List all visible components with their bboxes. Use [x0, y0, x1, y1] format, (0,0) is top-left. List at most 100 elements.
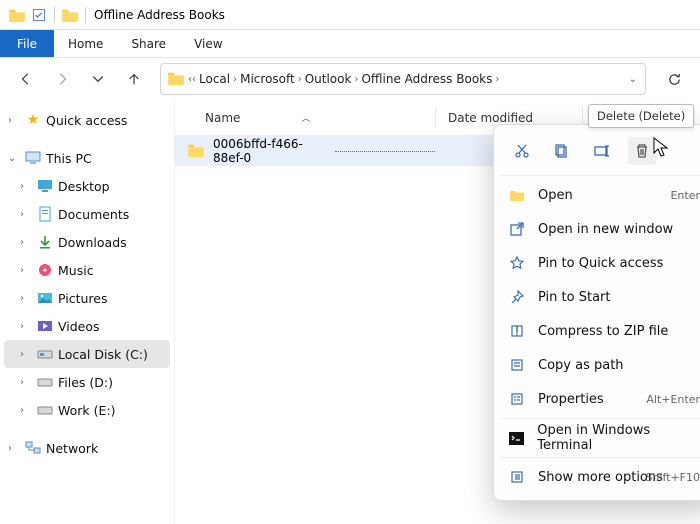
address-bar[interactable]: ‹‹ Local› Microsoft› Outlook› Offline Ad… — [160, 63, 646, 95]
sidebar-item-this-pc[interactable]: ⌄ This PC — [0, 144, 174, 172]
sidebar-item-music[interactable]: › Music — [0, 256, 174, 284]
chevron-right-icon[interactable]: › — [20, 181, 32, 192]
chevron-right-icon[interactable]: › — [8, 443, 20, 454]
copy-path-icon — [508, 358, 526, 372]
breadcrumb-local[interactable]: Local› — [199, 72, 237, 86]
chevron-right-icon: › — [298, 74, 302, 85]
chevron-right-icon[interactable]: › — [20, 321, 32, 332]
chevron-down-icon[interactable]: ⌄ — [629, 74, 637, 85]
menu-item-show-more[interactable]: Show more options Shift+F10 — [500, 460, 700, 494]
recent-dropdown[interactable] — [82, 63, 114, 95]
selection-marquee — [335, 151, 435, 152]
chevron-icon[interactable]: ‹‹ — [188, 74, 196, 85]
music-icon — [36, 263, 54, 277]
menu-item-copy-path[interactable]: Copy as path — [500, 348, 700, 382]
sidebar-label: Music — [58, 263, 94, 278]
chevron-right-icon: › — [354, 74, 358, 85]
menu-item-windows-terminal[interactable]: Open in Windows Terminal — [500, 421, 700, 455]
menu-label: Open in Windows Terminal — [537, 423, 700, 453]
menu-separator — [500, 175, 700, 176]
chevron-right-icon[interactable]: › — [20, 265, 32, 276]
menu-label: Copy as path — [538, 358, 624, 373]
menu-label: Compress to ZIP file — [538, 324, 668, 339]
breadcrumb-label: Microsoft — [240, 72, 295, 86]
up-button[interactable] — [118, 63, 150, 95]
sidebar-label: Desktop — [58, 179, 110, 194]
breadcrumb-outlook[interactable]: Outlook› — [305, 72, 359, 86]
chevron-right-icon: › — [233, 74, 237, 85]
sidebar-item-desktop[interactable]: › Desktop — [0, 172, 174, 200]
refresh-button[interactable] — [658, 63, 690, 95]
forward-button[interactable] — [46, 63, 78, 95]
tab-share[interactable]: Share — [117, 30, 180, 57]
sidebar-item-network[interactable]: ›Network — [0, 434, 174, 462]
menu-item-compress-zip[interactable]: Compress to ZIP file — [500, 314, 700, 348]
column-label: Date modified — [448, 111, 533, 125]
desktop-icon — [36, 179, 54, 193]
main: › ★ Quick access ⌄ This PC › Desktop ›Doc… — [0, 100, 700, 524]
star-icon: ★ — [24, 112, 42, 128]
column-label: Name — [205, 111, 240, 125]
chevron-right-icon[interactable]: › — [20, 405, 32, 416]
chevron-right-icon[interactable]: › — [20, 349, 32, 360]
menu-separator — [500, 418, 700, 419]
menu-label: Pin to Quick access — [538, 256, 663, 271]
sidebar-item-documents[interactable]: ›Documents — [0, 200, 174, 228]
chevron-down-icon[interactable]: ⌄ — [8, 153, 20, 164]
zip-icon — [508, 324, 526, 338]
menu-label: Open in new window — [538, 222, 673, 237]
sort-asc-icon: ︿ — [301, 111, 310, 124]
breadcrumb-oab[interactable]: Offline Address Books› — [361, 72, 499, 86]
sidebar-label: Videos — [58, 319, 100, 334]
sidebar-label: This PC — [46, 151, 92, 166]
ribbon: File Home Share View — [0, 30, 700, 58]
tab-view[interactable]: View — [180, 30, 236, 57]
open-new-window-icon — [508, 222, 526, 236]
chevron-right-icon[interactable]: › — [20, 293, 32, 304]
tab-home[interactable]: Home — [54, 30, 117, 57]
pictures-icon — [36, 292, 54, 304]
column-date[interactable]: Date modified — [442, 111, 582, 125]
chevron-right-icon[interactable]: › — [20, 377, 32, 388]
sidebar-item-local-disk-c[interactable]: ›Local Disk (C:) — [4, 340, 170, 368]
copy-button[interactable] — [548, 137, 576, 165]
chevron-right-icon[interactable]: › — [8, 115, 20, 126]
folder-icon — [167, 71, 185, 88]
column-name[interactable]: Name ︿ — [175, 111, 435, 125]
more-options-icon — [508, 470, 526, 484]
menu-label: Pin to Start — [538, 290, 610, 305]
nav-pane: › ★ Quick access ⌄ This PC › Desktop ›Doc… — [0, 100, 175, 524]
sidebar-item-files-d[interactable]: › Files (D:) — [0, 368, 174, 396]
breadcrumb-label: Offline Address Books — [361, 72, 492, 86]
sidebar-item-downloads[interactable]: ›Downloads — [0, 228, 174, 256]
sidebar-item-quick-access[interactable]: › ★ Quick access — [0, 106, 174, 134]
menu-item-pin-quick-access[interactable]: Pin to Quick access — [500, 246, 700, 280]
tab-file[interactable]: File — [0, 30, 54, 57]
rename-button[interactable] — [588, 137, 616, 165]
column-divider[interactable] — [435, 108, 436, 128]
back-button[interactable] — [10, 63, 42, 95]
pin-icon — [508, 290, 526, 304]
sidebar-label: Files (D:) — [58, 375, 113, 390]
sidebar-label: Pictures — [58, 291, 108, 306]
folder-icon — [6, 8, 28, 22]
menu-item-open-new-window[interactable]: Open in new window — [500, 212, 700, 246]
terminal-icon — [508, 432, 525, 445]
sidebar-item-pictures[interactable]: › Pictures — [0, 284, 174, 312]
sidebar-item-videos[interactable]: › Videos — [0, 312, 174, 340]
breadcrumb-microsoft[interactable]: Microsoft› — [240, 72, 302, 86]
pc-icon — [24, 151, 42, 165]
delete-button[interactable] — [628, 137, 656, 165]
drive-icon — [36, 376, 54, 388]
separator — [54, 7, 55, 23]
chevron-right-icon[interactable]: › — [20, 209, 32, 220]
sidebar-label: Quick access — [46, 113, 127, 128]
menu-item-pin-start[interactable]: Pin to Start — [500, 280, 700, 314]
qat-properties-icon[interactable] — [28, 8, 50, 22]
sidebar-item-work-e[interactable]: ›Work (E:) — [0, 396, 174, 424]
chevron-right-icon[interactable]: › — [20, 237, 32, 248]
menu-item-properties[interactable]: Properties Alt+Enter — [500, 382, 700, 416]
separator — [85, 7, 86, 23]
cut-button[interactable] — [508, 137, 536, 165]
menu-item-open[interactable]: Open Enter — [500, 178, 700, 212]
